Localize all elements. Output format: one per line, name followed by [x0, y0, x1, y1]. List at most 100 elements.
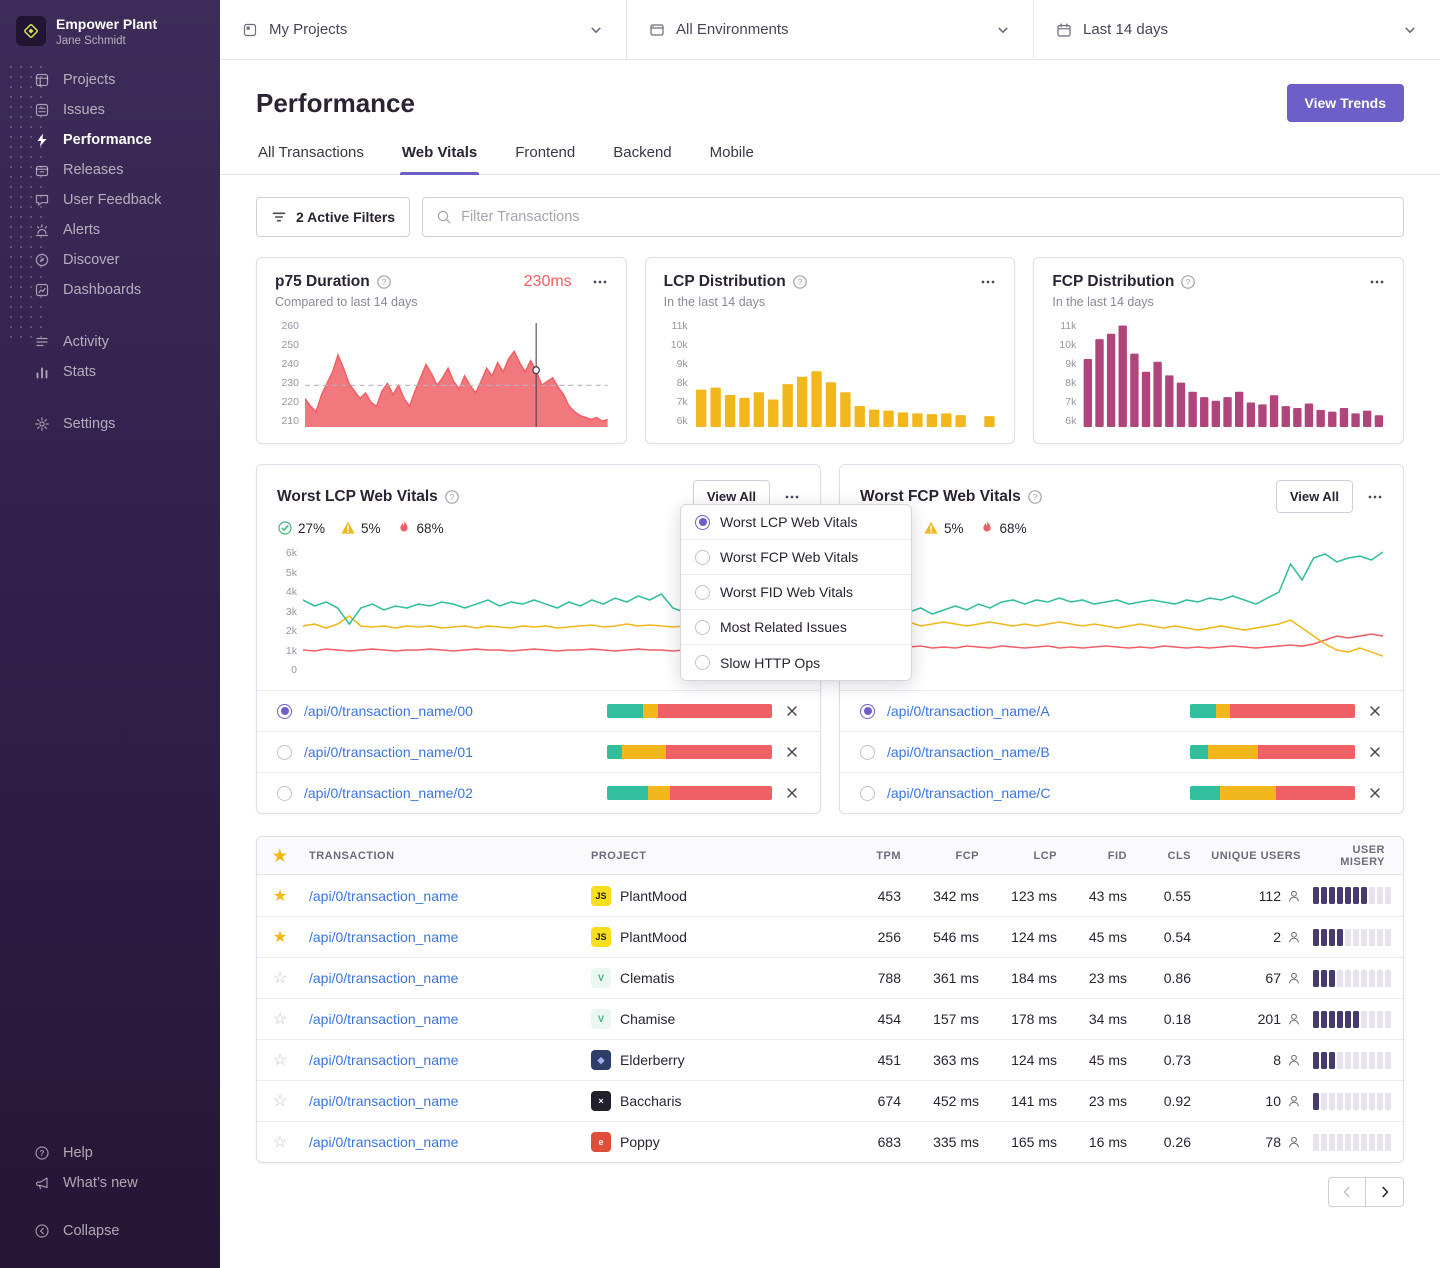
star-icon[interactable]: ☆ [257, 968, 303, 988]
dropdown-option-most-related-issues[interactable]: Most Related Issues [681, 610, 911, 645]
project-cell[interactable]: VClematis [585, 968, 843, 988]
project-cell[interactable]: VChamise [585, 1009, 843, 1029]
dropdown-option-slow-http-ops[interactable]: Slow HTTP Ops [681, 645, 911, 680]
next-page-button[interactable] [1366, 1177, 1404, 1207]
tab-all-transactions[interactable]: All Transactions [256, 134, 366, 174]
view-trends-button[interactable]: View Trends [1287, 84, 1404, 122]
project-cell[interactable]: ×Baccharis [585, 1091, 843, 1111]
transaction-link[interactable]: /api/0/transaction_name [303, 970, 585, 986]
svg-text:?: ? [40, 1149, 45, 1158]
transaction-radio[interactable] [277, 745, 292, 760]
transaction-radio[interactable] [277, 786, 292, 801]
environment-filter-label: All Environments [676, 21, 789, 38]
transaction-link[interactable]: /api/0/transaction_name [303, 888, 585, 904]
sidebar-item-dashboards[interactable]: Dashboards [0, 275, 220, 305]
more-options-icon[interactable] [1367, 489, 1383, 505]
unique-users-value: 8 [1197, 1052, 1307, 1068]
sidebar-item-discover[interactable]: Discover [0, 245, 220, 275]
environment-filter-dropdown[interactable]: All Environments [627, 0, 1034, 59]
project-cell[interactable]: ePoppy [585, 1132, 843, 1152]
sidebar-item-help[interactable]: ?Help [0, 1138, 220, 1168]
remove-transaction-icon[interactable] [784, 785, 800, 801]
project-cell[interactable]: ◆Elderberry [585, 1050, 843, 1070]
vitals-transaction-row: /api/0/transaction_name/B [840, 731, 1403, 772]
transaction-link[interactable]: /api/0/transaction_name [303, 929, 585, 945]
option-radio[interactable] [695, 515, 710, 530]
transaction-link[interactable]: /api/0/transaction_name/01 [304, 744, 473, 760]
star-icon[interactable]: ☆ [257, 1132, 303, 1152]
transaction-link[interactable]: /api/0/transaction_name/B [887, 744, 1050, 760]
transaction-link[interactable]: /api/0/transaction_name/C [887, 785, 1050, 801]
star-icon[interactable]: ★ [257, 846, 303, 866]
remove-transaction-icon[interactable] [1367, 785, 1383, 801]
project-cell[interactable]: JSPlantMood [585, 927, 843, 947]
transaction-link[interactable]: /api/0/transaction_name [303, 1134, 585, 1150]
sidebar-item-releases[interactable]: Releases [0, 155, 220, 185]
sidebar-item-stats[interactable]: Stats [0, 357, 220, 387]
star-icon[interactable]: ☆ [257, 1009, 303, 1029]
unique-users-value: 201 [1197, 1011, 1307, 1027]
remove-transaction-icon[interactable] [1367, 703, 1383, 719]
sidebar-item-what-s-new[interactable]: What’s new [0, 1168, 220, 1198]
fcp-value: 361 ms [907, 970, 985, 986]
remove-transaction-icon[interactable] [784, 744, 800, 760]
remove-transaction-icon[interactable] [1367, 744, 1383, 760]
option-radio[interactable] [695, 585, 710, 600]
transaction-link[interactable]: /api/0/transaction_name/02 [304, 785, 473, 801]
dropdown-option-worst-lcp-web-vitals[interactable]: Worst LCP Web Vitals [681, 505, 911, 540]
sidebar-item-projects[interactable]: Projects [0, 65, 220, 95]
sidebar-item-issues[interactable]: Issues [0, 95, 220, 125]
org-switcher[interactable]: Empower Plant Jane Schmidt [0, 0, 220, 65]
platform-icon: e [591, 1132, 611, 1152]
sidebar-item-collapse[interactable]: Collapse [0, 1216, 220, 1246]
transaction-link[interactable]: /api/0/transaction_name/A [887, 703, 1050, 719]
project-cell[interactable]: JSPlantMood [585, 886, 843, 906]
transaction-link[interactable]: /api/0/transaction_name [303, 1093, 585, 1109]
transaction-link[interactable]: /api/0/transaction_name/00 [304, 703, 473, 719]
fcp-value: 157 ms [907, 1011, 985, 1027]
option-radio[interactable] [695, 620, 710, 635]
sidebar-item-alerts[interactable]: Alerts [0, 215, 220, 245]
star-icon[interactable]: ☆ [257, 1091, 303, 1111]
tab-mobile[interactable]: Mobile [708, 134, 756, 174]
remove-transaction-icon[interactable] [784, 703, 800, 719]
tab-frontend[interactable]: Frontend [513, 134, 577, 174]
star-icon[interactable]: ★ [257, 886, 303, 906]
more-options-icon[interactable] [592, 274, 608, 290]
sidebar-item-activity[interactable]: Activity [0, 327, 220, 357]
more-options-icon[interactable] [980, 274, 996, 290]
star-icon[interactable]: ☆ [257, 1050, 303, 1070]
close-icon [784, 785, 800, 801]
transaction-radio[interactable] [277, 704, 292, 719]
tpm-value: 256 [843, 929, 907, 945]
tab-web-vitals[interactable]: Web Vitals [400, 134, 479, 174]
active-filters-button[interactable]: 2 Active Filters [256, 197, 410, 237]
transaction-radio[interactable] [860, 704, 875, 719]
vital-stat: 68% [979, 520, 1027, 536]
date-range-dropdown[interactable]: Last 14 days [1034, 0, 1440, 59]
star-icon[interactable]: ★ [257, 927, 303, 947]
transaction-link[interactable]: /api/0/transaction_name [303, 1011, 585, 1027]
dropdown-option-worst-fid-web-vitals[interactable]: Worst FID Web Vitals [681, 575, 911, 610]
view-all-button[interactable]: View All [1276, 480, 1353, 513]
lcp-distribution-chart [694, 321, 997, 427]
more-options-icon[interactable] [1369, 274, 1385, 290]
tab-backend[interactable]: Backend [611, 134, 673, 174]
sidebar-item-user-feedback[interactable]: User Feedback [0, 185, 220, 215]
sidebar-item-performance[interactable]: Performance [0, 125, 220, 155]
project-filter-dropdown[interactable]: My Projects [220, 0, 627, 59]
transaction-radio[interactable] [860, 745, 875, 760]
option-radio[interactable] [695, 550, 710, 565]
transaction-radio[interactable] [860, 786, 875, 801]
column-header-fid: FID [1063, 850, 1133, 862]
platform-icon: JS [591, 927, 611, 947]
more-options-icon[interactable] [784, 489, 800, 505]
search-input[interactable] [461, 209, 1390, 225]
performance-icon [34, 132, 50, 148]
transaction-link[interactable]: /api/0/transaction_name [303, 1052, 585, 1068]
dropdown-option-worst-fcp-web-vitals[interactable]: Worst FCP Web Vitals [681, 540, 911, 575]
search-box [422, 197, 1404, 237]
option-radio[interactable] [695, 655, 710, 670]
sidebar-item-settings[interactable]: Settings [0, 409, 220, 439]
previous-page-button[interactable] [1328, 1177, 1366, 1207]
